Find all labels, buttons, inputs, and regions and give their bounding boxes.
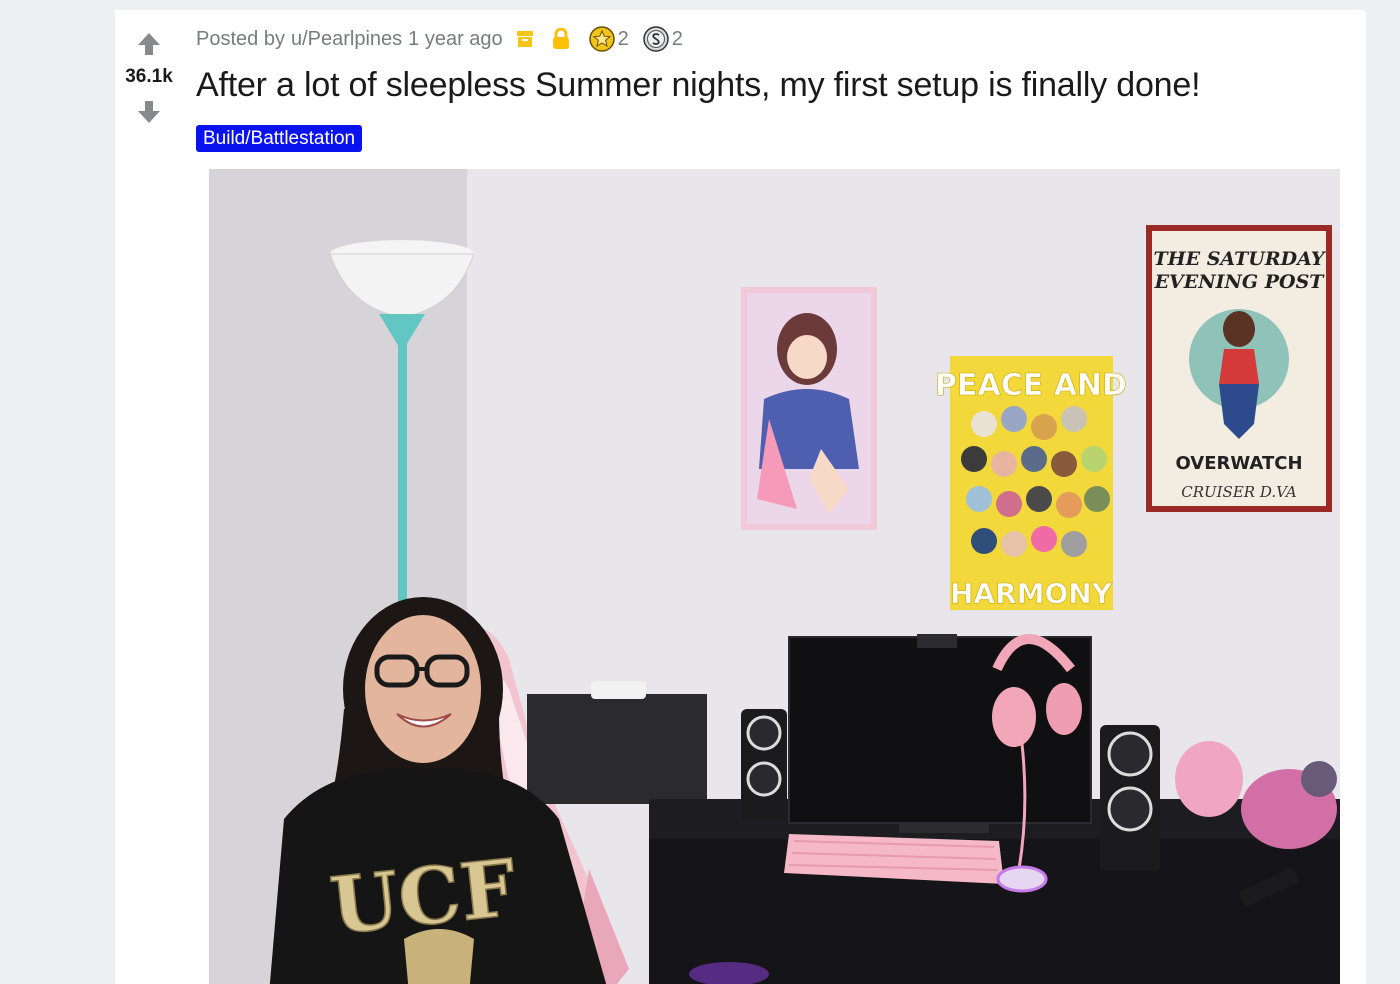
printer	[527, 694, 707, 804]
arrow-down-icon[interactable]	[135, 98, 163, 126]
posted-by-label: Posted by	[196, 27, 285, 50]
poster-peace-harmony: PEACE AND HARMONY	[935, 356, 1127, 610]
vote-column: 36.1k	[115, 10, 183, 984]
award-1-count: 2	[617, 27, 629, 50]
post-image[interactable]: PEACE AND HARMONY THE SATURDAY EVENING P…	[209, 169, 1340, 984]
speaker-right	[1100, 725, 1160, 871]
post-meta: Posted by u/Pearlpines 1 year ago 2 2	[196, 26, 683, 52]
poster-right-sub: CRUISER D.VA	[1181, 483, 1297, 501]
mouse	[996, 865, 1048, 893]
poster-right-title-1: THE SATURDAY	[1154, 248, 1327, 270]
poster-right-brand: OVERWATCH	[1175, 453, 1302, 474]
arrow-up-icon[interactable]	[135, 30, 163, 58]
speaker-left	[741, 709, 787, 821]
poster-middle-text-top: PEACE AND	[935, 368, 1127, 403]
author-link[interactable]: u/Pearlpines	[291, 28, 402, 51]
plush	[1175, 741, 1243, 817]
post-flair[interactable]: Build/Battlestation	[196, 125, 363, 152]
silver-coin-award-icon[interactable]	[643, 26, 669, 52]
post-time[interactable]: 1 year ago	[408, 28, 503, 51]
archive-box-icon	[515, 29, 535, 49]
gold-star-award-icon[interactable]	[588, 26, 615, 52]
page-top-strip	[0, 0, 1400, 10]
post-title[interactable]: After a lot of sleepless Summer nights, …	[196, 66, 1201, 105]
lock-icon	[551, 28, 571, 50]
poster-saturday-evening-post: THE SATURDAY EVENING POST OVERWATCH CRUI…	[1146, 225, 1332, 512]
poster-dva	[741, 287, 877, 530]
poster-middle-text-bottom: HARMONY	[950, 577, 1113, 610]
poster-right-title-2: EVENING POST	[1154, 271, 1326, 293]
post-card[interactable]: 36.1k Posted by u/Pearlpines 1 year ago	[115, 10, 1366, 984]
vote-score: 36.1k	[125, 66, 173, 87]
monitor	[788, 636, 1092, 824]
award-2-count: 2	[671, 27, 683, 50]
